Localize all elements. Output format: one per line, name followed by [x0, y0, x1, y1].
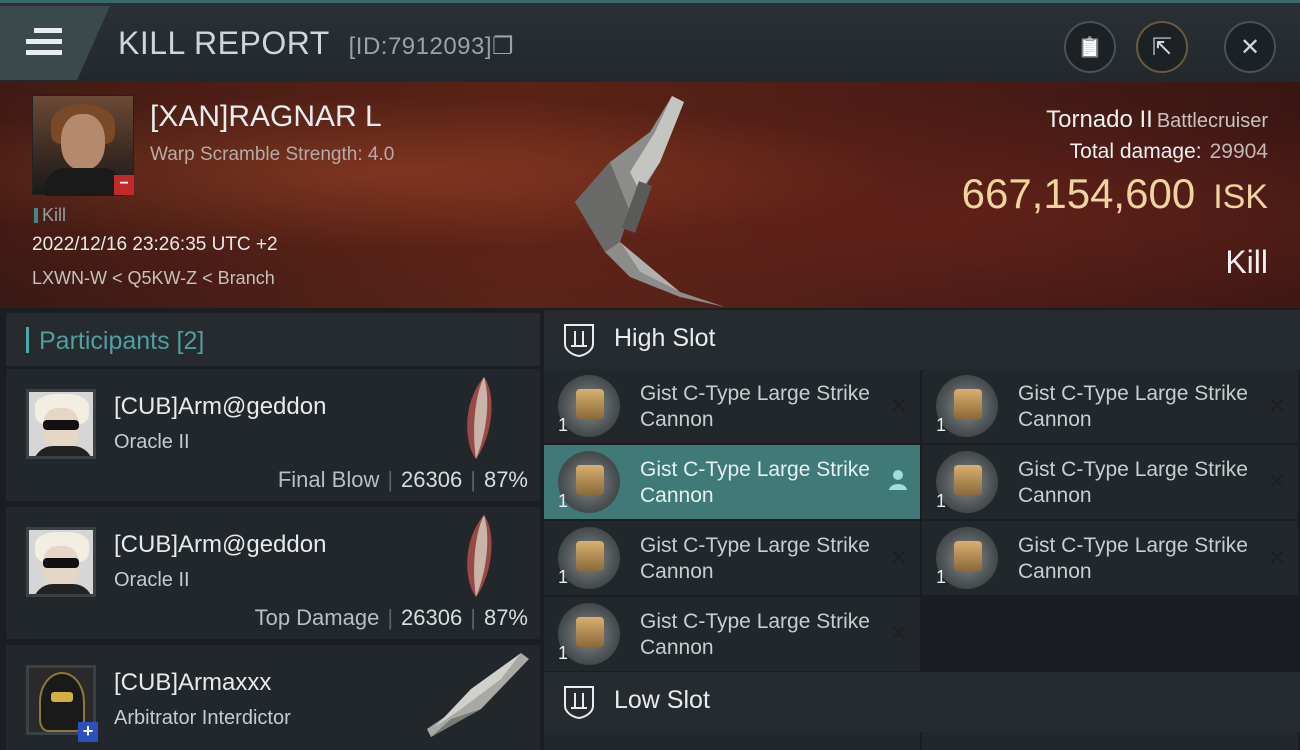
clipboard-button[interactable]: 📋 [1064, 21, 1116, 73]
avatar[interactable] [26, 527, 96, 597]
module-qty: 1 [558, 415, 569, 435]
destroyed-icon: ✕ [889, 545, 908, 570]
module-item[interactable]: 1 Gist C-Type Large Strike Cannon ✕ [544, 597, 920, 671]
module-qty: 1 [558, 491, 569, 511]
module-name: Gist C-Type Large Strike Cannon [1018, 382, 1248, 431]
participant-ship-icon [467, 377, 492, 459]
stat-damage: 26306 [401, 467, 463, 492]
stat-percent: 87% [483, 605, 528, 630]
module-qty: 1 [558, 643, 569, 663]
participant-name: [CUB]Armaxxx [114, 669, 272, 696]
module-qty: 1 [936, 415, 947, 435]
plus-badge: + [78, 722, 98, 742]
copy-icon[interactable]: ❐ [492, 33, 514, 60]
ship-name-text: Tornado II [1046, 106, 1153, 133]
participant-row[interactable]: [CUB]Arm@geddon Oracle II Final Blow | 263… [6, 369, 540, 501]
module-item[interactable]: 1 Gist C-Type Large Strike Cannon [544, 445, 920, 519]
high-slot-label: High Slot [614, 324, 716, 352]
module-name: Gist C-Type Large Strike Cannon [640, 382, 870, 431]
module-name: Gist C-Type Large Strike Cannon [640, 610, 870, 659]
total-damage-label: Total damage: [1069, 140, 1202, 163]
module-item[interactable] [922, 732, 1298, 750]
stat-damage: 26306 [401, 605, 463, 630]
total-damage-value: 29904 [1209, 140, 1268, 163]
participants-header[interactable]: Participants [2] [6, 313, 540, 366]
dropped-person-icon [888, 469, 908, 497]
hostile-badge: − [114, 175, 134, 195]
participant-name: [CUB]Arm@geddon [114, 531, 327, 558]
module-name: Gist C-Type Large Strike Cannon [1018, 534, 1248, 583]
stat-percent: 87% [483, 467, 528, 492]
hamburger-icon [26, 28, 62, 61]
module-item[interactable]: 1 Gist C-Type Large Strike Cannon ✕ [922, 445, 1298, 519]
share-icon: ⇱ [1151, 33, 1173, 61]
destroyed-icon: ✕ [1267, 393, 1286, 418]
module-name: Gist C-Type Large Strike Cannon [1018, 458, 1248, 507]
top-bar: KILL REPORT [ID:7912093]❐ 📋 ⇱ ✕ [0, 0, 1300, 82]
victim-ship[interactable]: Tornado II Battlecruiser [1046, 106, 1268, 134]
result-label: Kill [1225, 244, 1268, 280]
destroyed-icon: ✕ [889, 621, 908, 646]
stat-separator: | [387, 467, 394, 492]
participant-stats: Final Blow | 26306 | 87% [278, 467, 528, 493]
stat-separator: | [470, 467, 476, 492]
low-slot-header: Low Slot [544, 672, 1300, 732]
kill-tag: Kill [34, 205, 66, 226]
participant-ship: Oracle II [114, 569, 190, 591]
stat-separator: | [387, 605, 394, 630]
stat-label: Final Blow [277, 467, 380, 492]
module-item[interactable]: 1 Gist C-Type Large Strike Cannon ✕ [922, 369, 1298, 443]
high-slot-icon [564, 324, 594, 358]
share-button[interactable]: ⇱ [1136, 21, 1188, 73]
module-name: Gist C-Type Large Strike Cannon [640, 534, 870, 583]
scramble-strength: Warp Scramble Strength: 4.0 [150, 144, 395, 165]
clipboard-icon: 📋 [1077, 36, 1103, 59]
victim-name[interactable]: [XAN]RAGNAR L [150, 100, 382, 134]
kill-datetime: 2022/12/16 23:26:35 UTC +2 [32, 234, 278, 255]
participant-ship: Arbitrator Interdictor [114, 707, 291, 729]
isk-amount: 667,154,600 [961, 170, 1196, 217]
close-button[interactable]: ✕ [1224, 21, 1276, 73]
total-damage: Total damage: 29904 [1070, 140, 1268, 164]
close-icon: ✕ [1239, 33, 1261, 61]
stat-separator: | [470, 605, 476, 630]
participant-ship-icon [467, 515, 492, 597]
avatar[interactable] [26, 389, 96, 459]
participant-name: [CUB]Arm@geddon [114, 393, 327, 420]
destroyed-icon: ✕ [1267, 469, 1286, 494]
kill-id: [ID:7912093]❐ [349, 33, 514, 60]
high-slot-header: High Slot [544, 310, 1300, 370]
module-item[interactable]: 1 Gist C-Type Large Strike Cannon ✕ [544, 369, 920, 443]
participant-row[interactable]: + [CUB]Armaxxx Arbitrator Interdictor [6, 645, 540, 750]
menu-button[interactable] [0, 6, 110, 80]
destroyed-icon: ✕ [1267, 545, 1286, 570]
kill-location[interactable]: LXWN-W < Q5KW-Z < Branch [32, 268, 275, 289]
participant-row[interactable]: [CUB]Arm@geddon Oracle II Top Damage | 263… [6, 507, 540, 639]
victim-ship-image [575, 96, 725, 307]
module-qty: 1 [558, 567, 569, 587]
module-item[interactable]: 1 Gist C-Type Large Strike Cannon ✕ [544, 521, 920, 595]
page-title-text: KILL REPORT [118, 25, 330, 61]
participants-title: Participants [2] [26, 327, 204, 356]
module-item[interactable]: 1 Gist C-Type Large Strike Cannon ✕ [922, 521, 1298, 595]
kill-id-text: [ID:7912093] [348, 33, 493, 60]
victim-banner: − [XAN]RAGNAR L Warp Scramble Strength: … [0, 82, 1300, 308]
module-item[interactable] [544, 732, 920, 750]
isk-unit: ISK [1213, 178, 1268, 216]
page-title: KILL REPORT [ID:7912093]❐ [118, 25, 514, 62]
participant-stats: Top Damage | 26306 | 87% [255, 605, 528, 631]
low-slot-label: Low Slot [614, 686, 710, 714]
module-qty: 1 [936, 567, 947, 587]
participant-ship: Oracle II [114, 431, 190, 453]
ship-class: Battlecruiser [1156, 110, 1268, 132]
module-name: Gist C-Type Large Strike Cannon [640, 458, 870, 507]
stat-label: Top Damage [254, 605, 380, 630]
module-qty: 1 [936, 491, 947, 511]
low-slot-icon [564, 686, 594, 720]
destroyed-icon: ✕ [889, 393, 908, 418]
isk-value: 667,154,600 ISK [962, 170, 1268, 218]
participant-ship-icon [427, 653, 529, 737]
